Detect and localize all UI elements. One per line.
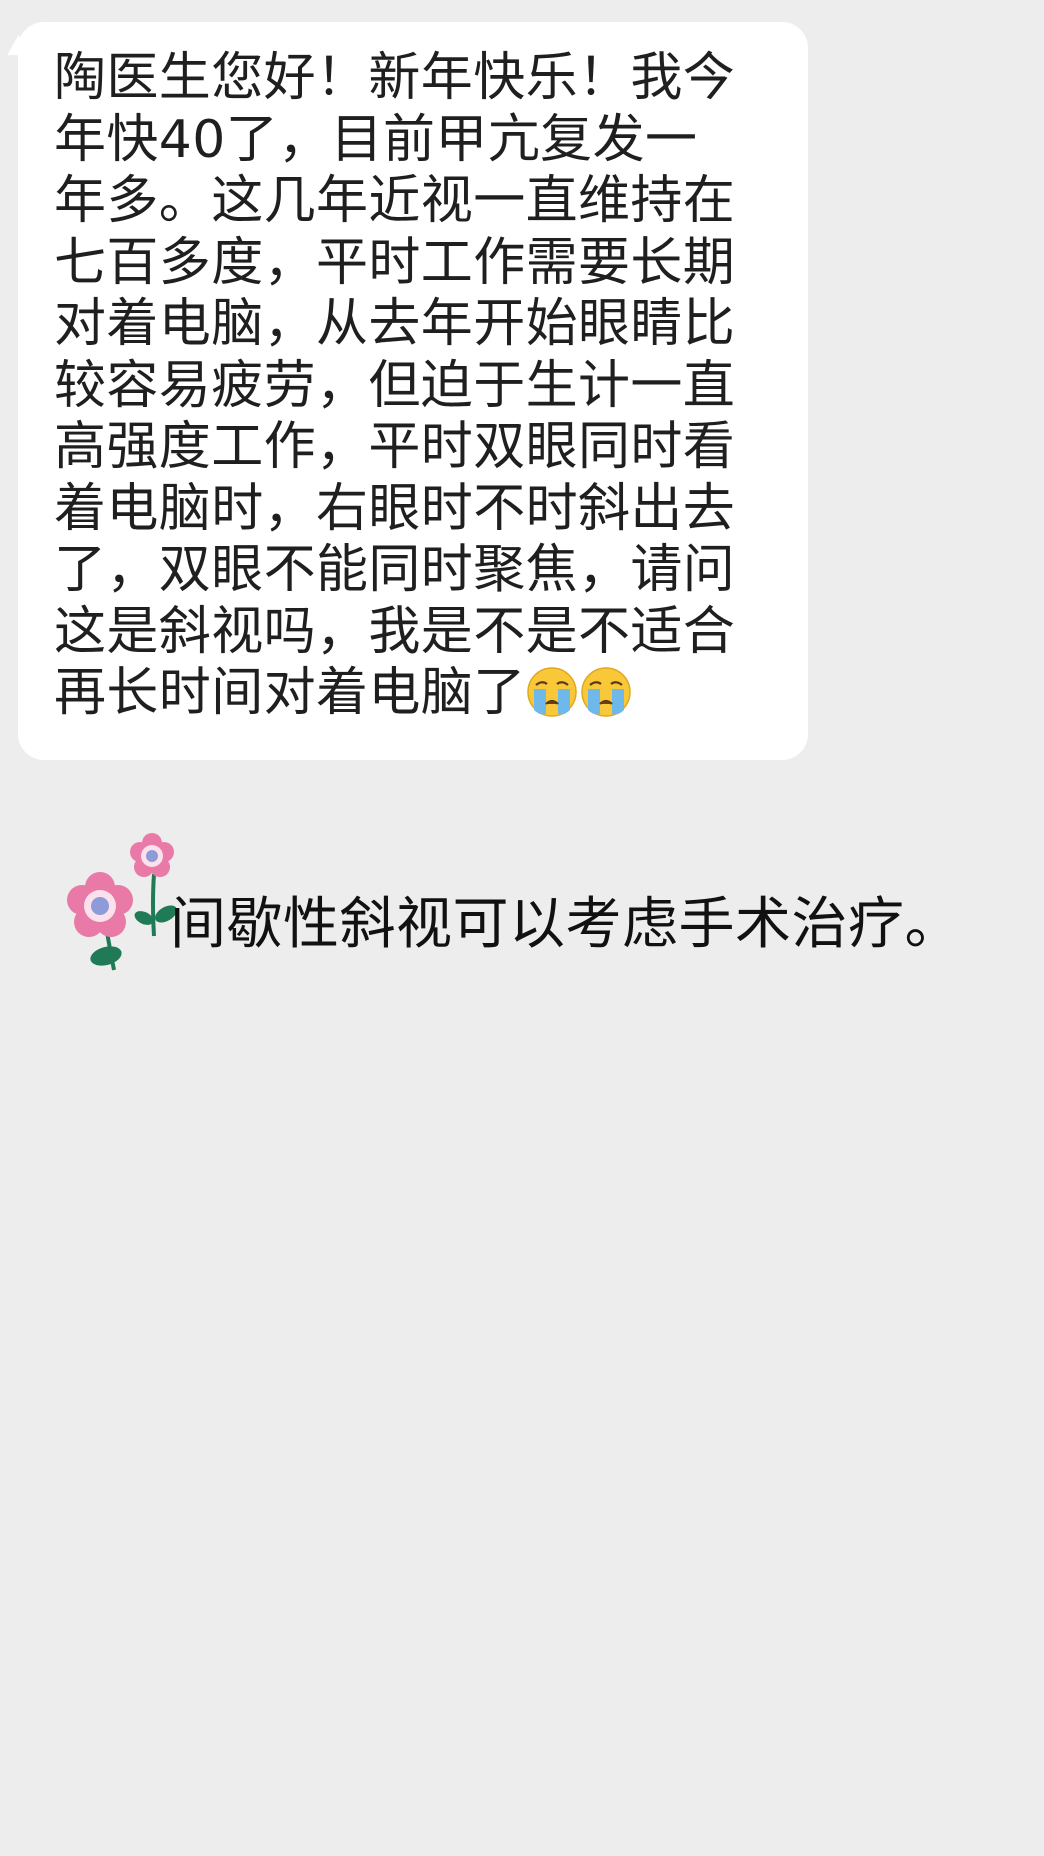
incoming-message-body: 陶医生您好！新年快乐！我今 年快40了，目前甲亢复发一 年多。这几年近视一直维持… [54,48,784,725]
reply-message[interactable]: 间歇性斜视可以考虑手术治疗。 [60,832,1020,982]
crying-face-icon [580,666,632,718]
chat-area: 陶医生您好！新年快乐！我今 年快40了，目前甲亢复发一 年多。这几年近视一直维持… [0,0,1044,1856]
incoming-message-bubble[interactable]: 陶医生您好！新年快乐！我今 年快40了，目前甲亢复发一 年多。这几年近视一直维持… [18,22,808,760]
crying-face-icon [526,666,578,718]
incoming-message-text: 陶医生您好！新年快乐！我今 年快40了，目前甲亢复发一 年多。这几年近视一直维持… [54,48,736,723]
reply-message-text: 间歇性斜视可以考虑手术治疗。 [170,892,961,957]
